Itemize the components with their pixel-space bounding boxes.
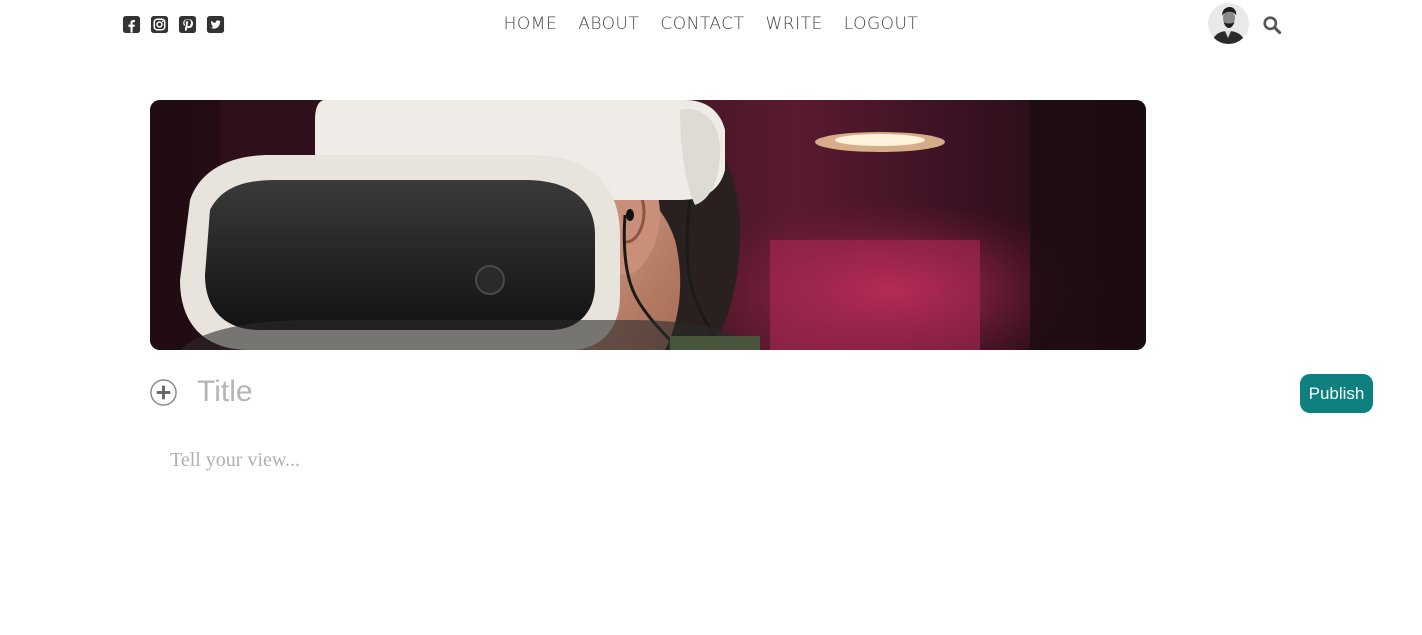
avatar-image [1208,3,1249,44]
cover-image [150,100,1146,350]
title-input[interactable] [197,370,1277,414]
nav-logout[interactable]: LOGOUT [844,12,919,36]
nav-contact[interactable]: CONTACT [660,12,744,36]
user-avatar[interactable] [1208,3,1249,44]
top-bar: HOME ABOUT CONTACT WRITE LOGOUT [0,0,1422,50]
search-icon[interactable] [1262,15,1282,35]
vr-headset-photo [150,100,1146,350]
nav-write[interactable]: WRITE [765,12,822,36]
add-image-button[interactable] [149,378,178,407]
nav-home[interactable]: HOME [504,12,558,36]
nav-about[interactable]: ABOUT [578,12,639,36]
story-textarea[interactable] [170,446,1270,596]
publish-button[interactable]: Publish [1300,374,1373,413]
